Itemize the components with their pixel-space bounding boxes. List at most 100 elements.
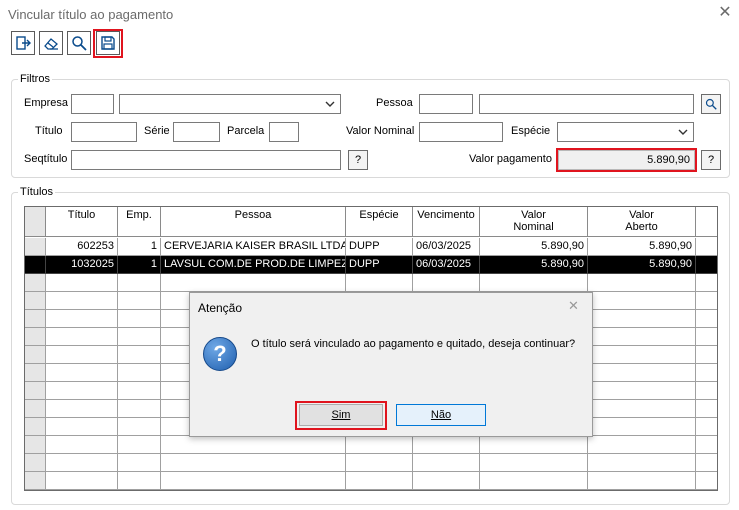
table-cell [118, 292, 161, 310]
parcela-input[interactable] [269, 122, 299, 142]
table-cell [46, 400, 118, 418]
pessoa-name-input[interactable] [479, 94, 694, 114]
dialog-message: O título será vinculado ao pagamento e q… [251, 338, 576, 350]
row-indicator[interactable] [25, 310, 46, 328]
yes-button[interactable]: Sim [299, 404, 383, 426]
table-cell [46, 454, 118, 472]
column-header-emp[interactable]: Emp. [118, 207, 161, 237]
table-cell: 06/03/2025 [413, 238, 480, 256]
seqtitulo-input[interactable] [71, 150, 341, 170]
exit-button[interactable] [11, 31, 35, 55]
table-cell: 5.890,90 [588, 256, 696, 274]
table-cell: CERVEJARIA KAISER BRASIL LTDA [161, 238, 346, 256]
row-indicator[interactable] [25, 436, 46, 454]
table-cell [161, 454, 346, 472]
row-indicator[interactable] [25, 274, 46, 292]
table-cell [696, 310, 717, 328]
table-cell [696, 436, 717, 454]
table-cell [696, 472, 717, 490]
empresa-input[interactable] [71, 94, 114, 114]
search-icon [72, 36, 87, 51]
table-cell [480, 472, 588, 490]
row-indicator-header [25, 207, 46, 237]
serie-input[interactable] [173, 122, 220, 142]
row-indicator[interactable] [25, 256, 46, 274]
row-indicator[interactable] [25, 400, 46, 418]
table-cell [696, 400, 717, 418]
row-indicator[interactable] [25, 238, 46, 256]
column-header-especie[interactable]: Espécie [346, 207, 413, 237]
table-cell [413, 436, 480, 454]
seqtitulo-help-button[interactable]: ? [348, 150, 368, 170]
table-cell [161, 472, 346, 490]
column-header-valor-aberto[interactable]: Valor Aberto [588, 207, 696, 237]
table-cell: DUPP [346, 256, 413, 274]
clear-button[interactable] [39, 31, 63, 55]
column-header-filler [696, 207, 717, 237]
row-indicator[interactable] [25, 328, 46, 346]
confirm-dialog: Atenção ✕ ? O título será vinculado ao p… [189, 292, 593, 437]
titulo-input[interactable] [71, 122, 137, 142]
table-cell [346, 436, 413, 454]
table-cell [46, 364, 118, 382]
table-cell [413, 274, 480, 292]
row-indicator[interactable] [25, 364, 46, 382]
table-cell: 1 [118, 238, 161, 256]
save-button[interactable] [96, 31, 120, 55]
valor-pagamento-help-button[interactable]: ? [701, 150, 721, 170]
table-cell [118, 454, 161, 472]
table-cell [346, 472, 413, 490]
no-button[interactable]: Não [396, 404, 486, 426]
table-cell [588, 328, 696, 346]
table-cell: 602253 [46, 238, 118, 256]
dialog-title: Atenção [198, 301, 243, 315]
row-indicator[interactable] [25, 382, 46, 400]
row-indicator[interactable] [25, 418, 46, 436]
eraser-icon [44, 38, 58, 50]
exit-icon [16, 36, 31, 50]
table-cell [46, 382, 118, 400]
table-cell [696, 346, 717, 364]
pessoa-code-input[interactable] [419, 94, 473, 114]
table-cell: 5.890,90 [588, 238, 696, 256]
table-cell [696, 292, 717, 310]
table-cell [118, 364, 161, 382]
especie-select[interactable] [557, 122, 694, 142]
pessoa-search-button[interactable] [701, 94, 721, 114]
table-cell [588, 436, 696, 454]
table-cell [588, 274, 696, 292]
pessoa-label: Pessoa [376, 97, 413, 109]
column-header-pessoa[interactable]: Pessoa [161, 207, 346, 237]
table-cell [480, 454, 588, 472]
row-indicator[interactable] [25, 472, 46, 490]
table-cell [588, 382, 696, 400]
row-indicator[interactable] [25, 292, 46, 310]
dialog-close-icon[interactable]: ✕ [568, 298, 579, 314]
table-cell [46, 346, 118, 364]
table-cell: 1032025 [46, 256, 118, 274]
table-cell [696, 238, 717, 256]
table-cell [118, 382, 161, 400]
table-cell [46, 418, 118, 436]
table-cell: 06/03/2025 [413, 256, 480, 274]
row-indicator[interactable] [25, 346, 46, 364]
table-cell [46, 436, 118, 454]
serie-label: Série [144, 125, 170, 137]
close-icon[interactable]: ✕ [716, 4, 734, 22]
table-cell [118, 310, 161, 328]
table-cell [161, 274, 346, 292]
column-header-valor-nominal[interactable]: Valor Nominal [480, 207, 588, 237]
table-cell [480, 274, 588, 292]
column-header-vencimento[interactable]: Vencimento [413, 207, 480, 237]
valor-nominal-input[interactable] [419, 122, 503, 142]
table-cell [480, 436, 588, 454]
table-cell [696, 382, 717, 400]
empresa-select[interactable] [119, 94, 341, 114]
column-header-titulo[interactable]: Título [46, 207, 118, 237]
table-cell [46, 310, 118, 328]
search-button[interactable] [67, 31, 91, 55]
table-cell [696, 274, 717, 292]
seqtitulo-label: Seqtítulo [24, 153, 68, 165]
row-indicator[interactable] [25, 454, 46, 472]
table-cell [588, 400, 696, 418]
